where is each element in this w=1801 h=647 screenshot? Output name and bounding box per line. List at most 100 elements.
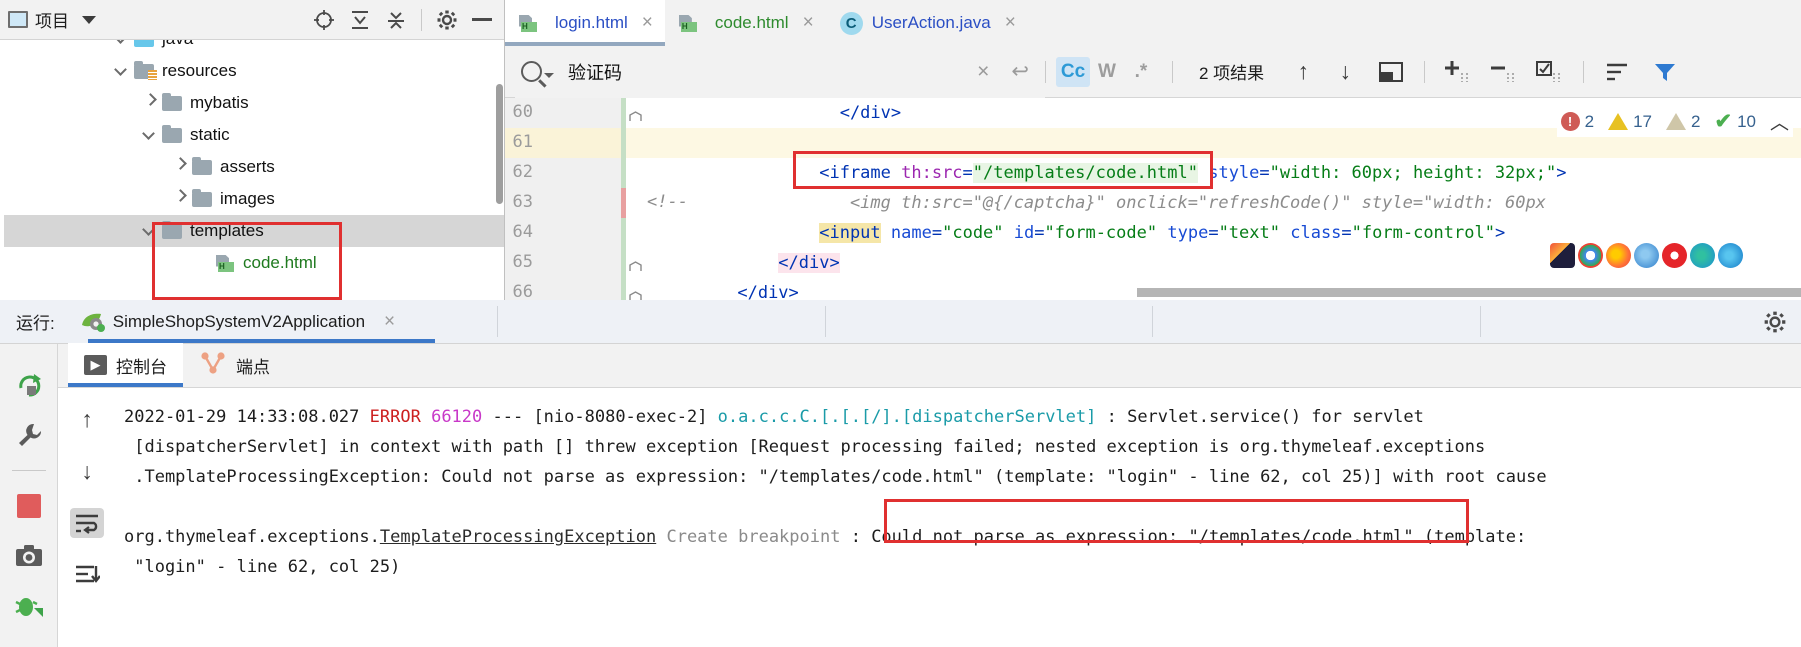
wrench-icon[interactable] xyxy=(14,420,44,450)
gutter-62: 62 xyxy=(505,158,626,188)
tab-code-html[interactable]: H code.html × xyxy=(665,0,826,46)
error-count-item[interactable]: ! 2 xyxy=(1560,112,1594,132)
opera-icon[interactable] xyxy=(1662,243,1687,268)
tab-close-icon[interactable]: × xyxy=(803,12,814,34)
filter-icon[interactable] xyxy=(1648,57,1682,87)
chevron-down-icon[interactable] xyxy=(143,222,157,236)
search-history-icon[interactable]: ↩ xyxy=(1011,59,1029,84)
tree-row-code-html[interactable]: H code.html xyxy=(0,247,504,279)
tab-close-icon[interactable]: × xyxy=(642,12,653,34)
run-settings-gear-icon[interactable] xyxy=(1763,310,1787,338)
app-icon-blue[interactable] xyxy=(1634,243,1659,268)
find-input-group[interactable]: 验证码 × ↩ xyxy=(515,45,1045,98)
run-configuration-tab[interactable]: SimpleShopSystemV2Application × xyxy=(79,300,395,344)
tree-row-asserts[interactable]: asserts xyxy=(0,151,504,183)
tree-row-images[interactable]: images xyxy=(0,183,504,215)
scroll-up-icon[interactable]: ↑ xyxy=(70,404,104,434)
rerun-icon[interactable] xyxy=(14,370,44,400)
weak-warning-count-item[interactable]: 2 xyxy=(1665,112,1700,132)
camera-icon[interactable] xyxy=(14,541,44,571)
tree-row-resources[interactable]: resources xyxy=(0,55,504,87)
run-tab-close-icon[interactable]: × xyxy=(384,311,395,333)
chrome-icon[interactable] xyxy=(1578,243,1603,268)
html-file-icon: H xyxy=(519,14,538,32)
expand-all-icon[interactable] xyxy=(349,9,371,31)
tree-vertical-scrollbar[interactable] xyxy=(496,84,503,204)
remove-selection-icon[interactable] xyxy=(1485,57,1519,87)
firefox-icon[interactable] xyxy=(1606,243,1631,268)
scroll-to-end-icon[interactable] xyxy=(70,560,104,590)
code-line-63[interactable]: 63 <!-- <img th:src="@{/captcha}" onclic… xyxy=(505,188,1801,218)
code-editor[interactable]: 60 </div> 61 62 <iframe th:src="/templat… xyxy=(505,98,1801,300)
warning-count-item[interactable]: 17 xyxy=(1608,112,1652,132)
project-icon xyxy=(8,11,28,28)
collapse-all-icon[interactable] xyxy=(385,9,407,31)
scroll-down-icon[interactable]: ↓ xyxy=(70,456,104,486)
debug-icon[interactable] xyxy=(14,591,44,621)
chevron-right-icon[interactable] xyxy=(143,94,157,108)
soft-wrap-icon[interactable] xyxy=(70,508,104,538)
chevron-down-icon[interactable] xyxy=(82,15,96,24)
tab-close-icon[interactable]: × xyxy=(1005,12,1016,34)
tab-label: 控制台 xyxy=(116,357,167,377)
chevron-right-icon[interactable] xyxy=(173,158,187,172)
whole-words-toggle[interactable]: W xyxy=(1090,57,1124,87)
search-icon[interactable] xyxy=(521,61,542,82)
find-next-icon[interactable]: ↓ xyxy=(1328,58,1362,85)
clear-search-icon[interactable]: × xyxy=(977,60,989,84)
tree-row-java[interactable]: java xyxy=(0,40,504,55)
tab-useraction-java[interactable]: C UserAction.java × xyxy=(826,0,1028,46)
project-tree[interactable]: java resources mybatis static asserts xyxy=(0,40,504,300)
tree-item-label: asserts xyxy=(220,157,275,176)
regex-toggle[interactable]: .* xyxy=(1124,57,1158,87)
tab-label: UserAction.java xyxy=(871,13,991,32)
chevron-down-icon[interactable] xyxy=(143,126,157,140)
search-dropdown-icon[interactable] xyxy=(544,73,554,78)
edge-legacy-icon[interactable] xyxy=(1718,243,1743,268)
fold-marker-icon[interactable] xyxy=(629,107,642,121)
select-all-occurrences-icon[interactable] xyxy=(1531,57,1565,87)
minimize-icon[interactable] xyxy=(472,18,492,21)
fold-marker-icon[interactable] xyxy=(629,287,642,300)
edge-icon[interactable] xyxy=(1690,243,1715,268)
find-prev-icon[interactable]: ↑ xyxy=(1286,58,1320,85)
select-occurrences-icon[interactable] xyxy=(1374,57,1408,87)
console-output[interactable]: 2022-01-29 14:33:08.027 ERROR 66120 --- … xyxy=(116,388,1801,647)
create-breakpoint-link[interactable]: Create breakpoint xyxy=(666,527,840,547)
editor-horizontal-scrollbar[interactable] xyxy=(1137,288,1801,297)
add-selection-icon[interactable] xyxy=(1439,57,1473,87)
find-divider-3 xyxy=(1424,60,1426,83)
gutter-63: 63 <!-- xyxy=(505,188,688,218)
tab-console[interactable]: ▶ 控制台 xyxy=(68,343,183,387)
gutter-61: 61 xyxy=(505,128,626,158)
chevron-right-icon[interactable] xyxy=(173,190,187,204)
project-panel-title: 项目 xyxy=(35,12,69,31)
ok-count-item[interactable]: ✔ 10 xyxy=(1714,109,1756,134)
gear-icon[interactable] xyxy=(436,9,458,31)
line-number: 65 xyxy=(512,252,533,272)
chevron-down-icon[interactable] xyxy=(115,40,129,44)
inspection-widget[interactable]: ! 2 17 2 ✔ 10 ︿ xyxy=(1556,106,1793,137)
chevron-up-icon[interactable]: ︿ xyxy=(1770,108,1789,135)
find-input[interactable]: 验证码 xyxy=(568,59,622,85)
tree-row-mybatis[interactable]: mybatis xyxy=(0,87,504,119)
folder-icon xyxy=(192,156,212,175)
code-line-text: <iframe th:src="/templates/code.html" st… xyxy=(819,163,1567,183)
fold-marker-icon[interactable] xyxy=(629,257,642,271)
tree-row-static[interactable]: static xyxy=(0,119,504,151)
locate-icon[interactable] xyxy=(313,9,335,31)
editor-tab-bar: H login.html × H code.html × C UserActio… xyxy=(505,0,1801,46)
tree-item-label: mybatis xyxy=(190,93,249,112)
match-case-toggle[interactable]: Cc xyxy=(1056,56,1090,87)
intellij-icon[interactable] xyxy=(1550,243,1575,268)
stop-icon[interactable] xyxy=(14,491,44,521)
chevron-down-icon[interactable] xyxy=(115,62,129,76)
toolbar-divider xyxy=(11,470,46,471)
tab-endpoints[interactable]: 端点 xyxy=(183,343,286,387)
tree-row-templates[interactable]: templates xyxy=(0,215,504,247)
exception-link[interactable]: TemplateProcessingException xyxy=(380,527,656,547)
filter-list-icon[interactable] xyxy=(1600,57,1634,87)
code-line-62[interactable]: 62 <iframe th:src="/templates/code.html"… xyxy=(505,158,1801,188)
tab-login-html[interactable]: H login.html × xyxy=(505,0,665,46)
project-panel-title-group[interactable]: 项目 xyxy=(8,7,96,32)
